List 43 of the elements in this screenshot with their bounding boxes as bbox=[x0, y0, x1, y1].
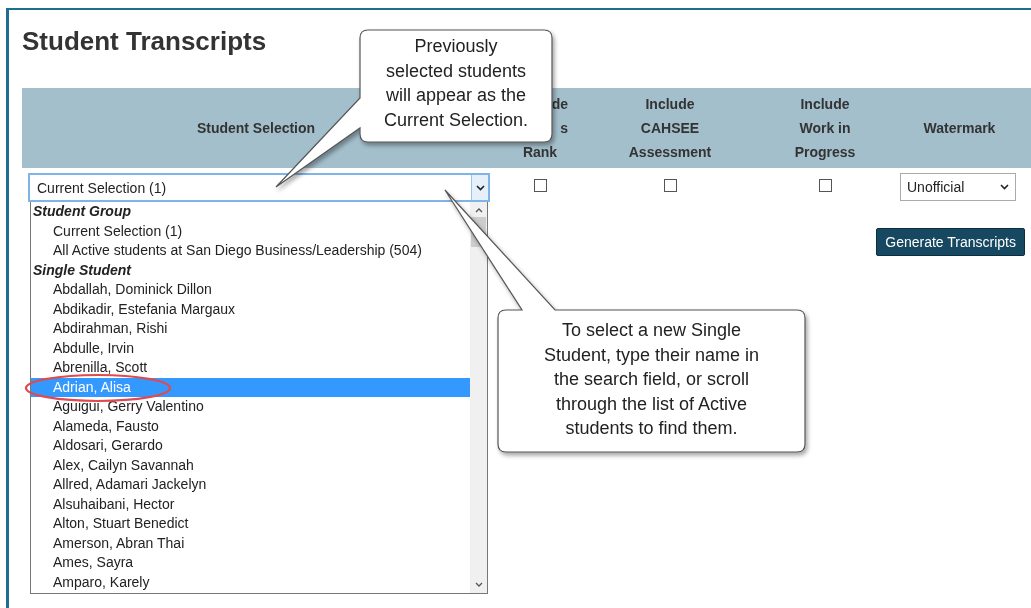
checkbox[interactable] bbox=[818, 179, 832, 192]
list-option[interactable]: Alameda, Fausto bbox=[31, 416, 470, 436]
list-option[interactable]: Aguigui, Gerry Valentino bbox=[31, 397, 470, 417]
checkbox[interactable] bbox=[663, 179, 677, 192]
list-option[interactable]: Abdikadir, Estefania Margaux bbox=[31, 299, 470, 319]
column-heading: Include bbox=[800, 95, 850, 114]
generate-transcripts-button[interactable]: Generate Transcripts bbox=[876, 228, 1025, 256]
chevron-down-icon bbox=[1000, 184, 1009, 190]
student-select[interactable]: Current Selection (1) bbox=[28, 173, 490, 202]
list-option[interactable]: Amparo, Karely bbox=[31, 572, 470, 592]
column-heading: s bbox=[560, 119, 568, 138]
list-option[interactable]: Alsuhaibani, Hector bbox=[31, 494, 470, 514]
checkbox[interactable] bbox=[533, 179, 547, 192]
watermark-select[interactable]: Unofficial bbox=[900, 173, 1016, 201]
list-option[interactable]: Ames, Sayra bbox=[31, 553, 470, 573]
scroll-down-icon[interactable] bbox=[474, 582, 483, 587]
list-option[interactable]: Abrenilla, Scott bbox=[31, 358, 470, 378]
list-option[interactable]: Alton, Stuart Benedict bbox=[31, 514, 470, 534]
column-heading: Progress bbox=[794, 143, 856, 162]
column-heading: CAHSEE bbox=[640, 119, 700, 138]
list-option[interactable]: Allred, Adamari Jackelyn bbox=[31, 475, 470, 495]
page-title: Student Transcripts bbox=[22, 25, 267, 58]
column-heading: Rank bbox=[522, 143, 558, 162]
scroll-up-icon[interactable] bbox=[474, 208, 483, 213]
list-option[interactable]: Alex, Cailyn Savannah bbox=[31, 455, 470, 475]
callout-text: Previously selected students will appear as the Current Selection. bbox=[383, 36, 529, 130]
list-option[interactable]: Amerson, Abran Thai bbox=[31, 533, 470, 553]
column-heading: Assessment bbox=[628, 143, 712, 162]
option-group-label: Student Group bbox=[32, 202, 132, 221]
list-option[interactable]: Aldosari, Gerardo bbox=[31, 436, 470, 456]
column-heading: Student Selection bbox=[196, 119, 316, 138]
list-option[interactable]: Current Selection (1) bbox=[31, 221, 470, 241]
list-option[interactable]: All Active students at San Diego Business/Leadership (504) bbox=[31, 241, 470, 261]
column-heading: Work in bbox=[799, 119, 851, 138]
column-heading: Watermark bbox=[923, 119, 996, 138]
callout-text: To select a new Single Student, type their name in the search field, or scroll through the list of Active students to find them. bbox=[543, 320, 760, 438]
list-option[interactable]: Abdallah, Dominick Dillon bbox=[31, 280, 470, 300]
list-option[interactable]: Abdulle, Irvin bbox=[31, 338, 470, 358]
chevron-down-icon bbox=[475, 184, 485, 191]
list-option[interactable]: Abdirahman, Rishi bbox=[31, 319, 470, 339]
scrollbar[interactable] bbox=[470, 202, 487, 593]
column-heading: Include bbox=[645, 95, 695, 114]
option-group-label: Single Student bbox=[32, 260, 133, 280]
